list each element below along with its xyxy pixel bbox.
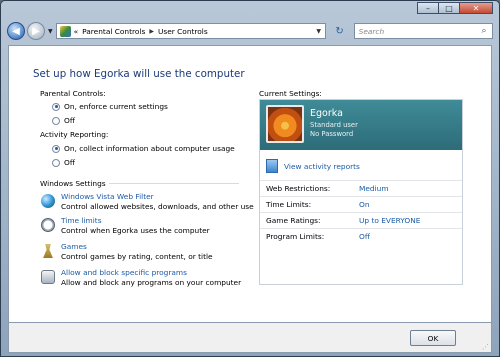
- radio-selected-icon: [52, 144, 60, 153]
- radio-label: On, collect information about computer u…: [64, 144, 235, 153]
- account-type: Standard user: [310, 121, 358, 129]
- breadcrumb-separator-icon[interactable]: ▶: [149, 28, 154, 35]
- games-description: Control games by rating, content, or tit…: [61, 252, 213, 261]
- windows-settings-heading: Windows Settings: [40, 179, 106, 188]
- time-limits-value[interactable]: On: [359, 200, 370, 209]
- back-button[interactable]: ◀: [7, 22, 25, 40]
- window-caption-buttons: – □ ✕: [417, 2, 493, 14]
- games-setting[interactable]: Games Control games by rating, content, …: [41, 242, 213, 262]
- programs-description: Allow and block any programs on your com…: [61, 278, 242, 287]
- radio-label: Off: [64, 158, 75, 167]
- report-icon: [266, 159, 278, 173]
- globe-icon: [41, 194, 55, 208]
- recent-pages-dropdown[interactable]: ▼: [48, 28, 53, 35]
- address-bar[interactable]: « Parental Controls ▶ User Controls ▼: [55, 23, 326, 39]
- radio-unselected-icon: [52, 158, 60, 167]
- settings-row: Web Restrictions: Medium: [260, 180, 462, 196]
- breadcrumb-parental-controls[interactable]: Parental Controls: [82, 27, 145, 36]
- address-dropdown-icon[interactable]: ▼: [313, 24, 325, 38]
- user-name: Egorka: [310, 108, 343, 119]
- settings-row: Game Ratings: Up to EVERYONE: [260, 212, 462, 228]
- program-limits-label: Program Limits:: [266, 232, 325, 241]
- control-panel-icon: [59, 25, 71, 37]
- close-button[interactable]: ✕: [459, 2, 493, 14]
- activity-link-label[interactable]: View activity reports: [284, 162, 360, 171]
- time-limits-link[interactable]: Time limits: [61, 216, 210, 226]
- search-placeholder: Search: [358, 26, 385, 36]
- web-restrictions-value[interactable]: Medium: [359, 184, 389, 193]
- game-ratings-label: Game Ratings:: [266, 216, 321, 225]
- settings-row: Program Limits: Off: [260, 228, 462, 244]
- page-title: Set up how Egorka will use the computer: [33, 68, 245, 80]
- radio-unselected-icon: [52, 116, 60, 125]
- activity-reporting-on-radio[interactable]: On, collect information about computer u…: [52, 144, 235, 153]
- section-divider: [109, 183, 239, 184]
- control-panel-window: – □ ✕ ◀ ▶ ▼ « Parental Controls ▶ User C…: [0, 0, 500, 357]
- parental-controls-on-radio[interactable]: On, enforce current settings: [52, 102, 168, 111]
- web-restrictions-label: Web Restrictions:: [266, 184, 331, 193]
- web-filter-link[interactable]: Windows Vista Web Filter: [61, 192, 254, 202]
- time-limits-label: Time Limits:: [266, 200, 312, 209]
- resize-grip-icon[interactable]: ⋰: [482, 343, 489, 351]
- user-avatar: [266, 105, 304, 143]
- parental-controls-off-radio[interactable]: Off: [52, 116, 75, 125]
- activity-reporting-label: Activity Reporting:: [40, 130, 109, 139]
- programs-setting[interactable]: Allow and block specific programs Allow …: [41, 268, 241, 288]
- current-settings-label: Current Settings:: [259, 89, 322, 98]
- dialog-footer: OK ⋰: [8, 323, 492, 353]
- maximize-button[interactable]: □: [438, 2, 460, 14]
- current-settings-panel: Egorka Standard user No Password View ac…: [259, 99, 463, 285]
- password-status: No Password: [310, 130, 354, 138]
- radio-label: Off: [64, 116, 75, 125]
- game-ratings-value[interactable]: Up to EVERYONE: [359, 216, 420, 225]
- clock-icon: [41, 218, 55, 232]
- games-link[interactable]: Games: [61, 242, 213, 252]
- search-icon[interactable]: ⌕: [476, 26, 492, 36]
- forward-button[interactable]: ▶: [27, 22, 45, 40]
- time-limits-description: Control when Egorka uses the computer: [61, 226, 210, 235]
- activity-reporting-off-radio[interactable]: Off: [52, 158, 75, 167]
- radio-label: On, enforce current settings: [64, 102, 168, 111]
- time-limits-setting[interactable]: Time limits Control when Egorka uses the…: [41, 216, 210, 236]
- settings-row: Time Limits: On: [260, 196, 462, 212]
- user-banner: Egorka Standard user No Password: [260, 100, 462, 150]
- view-activity-reports[interactable]: View activity reports: [266, 159, 360, 173]
- breadcrumb-user-controls[interactable]: User Controls: [158, 27, 208, 36]
- main-content: Set up how Egorka will use the computer …: [8, 45, 492, 323]
- address-prefix[interactable]: «: [74, 27, 79, 36]
- search-input[interactable]: Search ⌕: [353, 23, 493, 39]
- navigation-bar: ◀ ▶ ▼ « Parental Controls ▶ User Control…: [7, 21, 493, 41]
- programs-link[interactable]: Allow and block specific programs: [61, 268, 241, 278]
- minimize-button[interactable]: –: [417, 2, 439, 14]
- web-filter-setting[interactable]: Windows Vista Web Filter Control allowed…: [41, 192, 254, 212]
- parental-controls-label: Parental Controls:: [40, 89, 106, 98]
- refresh-icon[interactable]: ↻: [330, 23, 350, 39]
- program-limits-value[interactable]: Off: [359, 232, 370, 241]
- chess-icon: [43, 244, 53, 258]
- ok-button[interactable]: OK: [410, 330, 456, 346]
- web-filter-description: Control allowed websites, downloads, and…: [61, 202, 254, 211]
- radio-selected-icon: [52, 102, 60, 111]
- program-icon: [41, 270, 55, 284]
